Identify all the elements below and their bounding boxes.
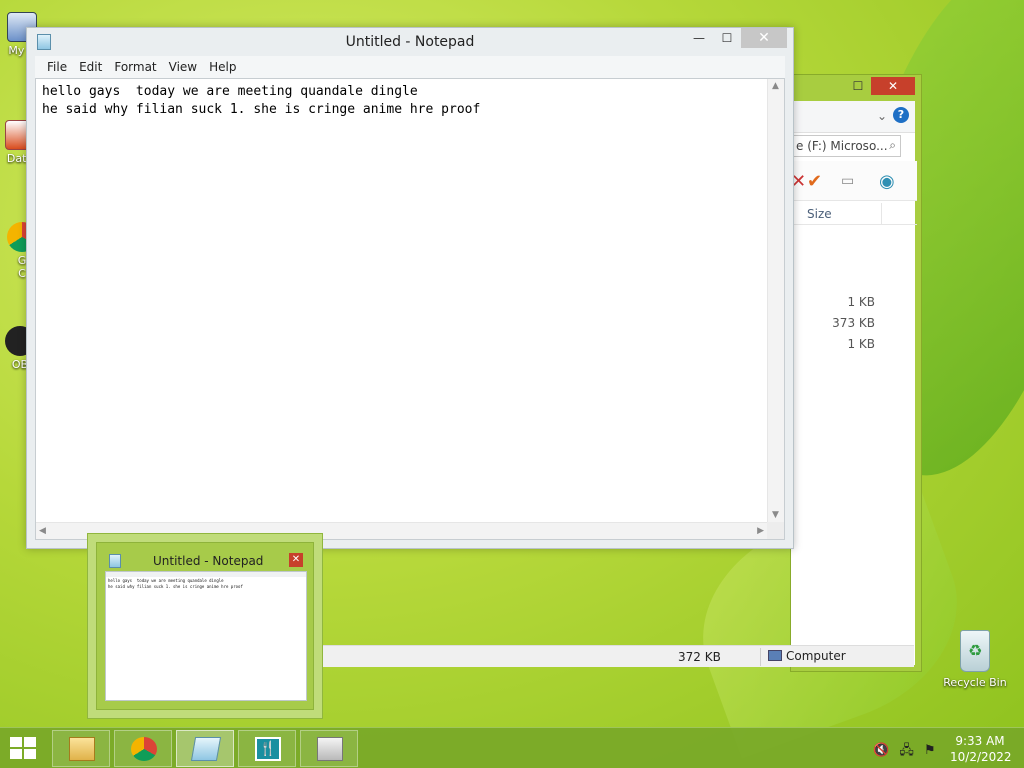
desktop-icon-recycle-bin[interactable]: Recycle Bin bbox=[942, 630, 1008, 689]
taskbar: 🍴 🔇 🖧 ⚑ 9:33 AM 10/2/2022 bbox=[0, 727, 1024, 768]
scroll-right-icon[interactable]: ▶ bbox=[757, 526, 764, 536]
file-explorer-window[interactable]: ☐ ✕ ⌄ ? e (F:) Microso... ⌕ ✕ ✔ ▭ ◉ Size… bbox=[790, 74, 922, 672]
help-icon[interactable]: ? bbox=[893, 107, 909, 123]
system-tray: 🔇 🖧 ⚑ bbox=[873, 741, 942, 763]
windows-logo-icon bbox=[10, 749, 22, 759]
thumbnail-close-button[interactable]: ✕ bbox=[289, 553, 303, 567]
text-line: hello gays today we are meeting quandale… bbox=[42, 84, 418, 99]
notepad-window[interactable]: Untitled - Notepad — ☐ ✕ File Edit Forma… bbox=[26, 27, 794, 549]
taskbar-chrome[interactable] bbox=[114, 730, 172, 767]
vertical-scrollbar[interactable]: ▲ ▼ bbox=[767, 79, 784, 522]
clock[interactable]: 9:33 AM 10/2/2022 bbox=[950, 733, 1012, 765]
notepad-icon bbox=[109, 554, 121, 568]
thumbnail-title: Untitled - Notepad bbox=[153, 554, 264, 568]
scroll-up-icon[interactable]: ▲ bbox=[772, 81, 779, 91]
clock-time: 9:33 AM bbox=[955, 734, 1005, 748]
ribbon-tools: ✕ ✔ ▭ ◉ bbox=[791, 161, 917, 201]
folder-icon bbox=[69, 737, 95, 761]
properties-icon[interactable]: ◉ bbox=[879, 171, 895, 192]
title-bar[interactable]: Untitled - Notepad — ☐ ✕ bbox=[27, 28, 793, 56]
windows-logo-icon bbox=[24, 749, 36, 759]
search-icon[interactable]: ⌕ bbox=[889, 138, 896, 153]
volume-muted-icon[interactable]: 🔇 bbox=[873, 743, 889, 758]
menu-view[interactable]: View bbox=[163, 56, 203, 78]
window-title: Untitled - Notepad bbox=[345, 34, 475, 50]
text-editor[interactable]: hello gays today we are meeting quandale… bbox=[35, 78, 785, 540]
document-text[interactable]: hello gays today we are meeting quandale… bbox=[42, 83, 766, 521]
windows-logo-icon bbox=[10, 737, 22, 747]
status-location: Computer bbox=[768, 649, 846, 663]
rename-icon[interactable]: ▭ bbox=[841, 173, 854, 189]
menu-format[interactable]: Format bbox=[108, 56, 162, 78]
computer-icon bbox=[768, 650, 782, 661]
file-size-cell: 1 KB bbox=[847, 337, 875, 351]
windows-logo-icon bbox=[24, 737, 36, 747]
taskbar-thumbnail-preview[interactable]: Untitled - Notepad ✕ hello gays today we… bbox=[87, 533, 323, 719]
file-size-cell: 373 KB bbox=[832, 316, 875, 330]
notepad-icon bbox=[190, 737, 222, 761]
maximize-button[interactable]: ☐ bbox=[713, 28, 741, 48]
start-button[interactable] bbox=[10, 737, 38, 761]
clock-date: 10/2/2022 bbox=[950, 750, 1012, 764]
chrome-icon bbox=[131, 737, 157, 761]
checkmark-icon[interactable]: ✔ bbox=[807, 171, 822, 192]
fork-knife-icon: 🍴 bbox=[255, 737, 281, 761]
taskbar-notepad[interactable] bbox=[176, 730, 234, 767]
scroll-left-icon[interactable]: ◀ bbox=[39, 526, 46, 536]
text-line: he said why filian suck 1. she is cringe… bbox=[42, 102, 481, 117]
network-icon[interactable]: 🖧 bbox=[899, 743, 914, 758]
file-size-list: 1 KB 373 KB 1 KB bbox=[791, 295, 875, 358]
action-center-flag-icon[interactable]: ⚑ bbox=[924, 743, 936, 758]
menu-help[interactable]: Help bbox=[203, 56, 242, 78]
chevron-down-icon[interactable]: ⌄ bbox=[877, 109, 887, 123]
status-separator bbox=[760, 648, 761, 666]
document-stack-icon bbox=[317, 737, 343, 761]
close-button[interactable]: ✕ bbox=[741, 28, 787, 48]
address-bar[interactable]: e (F:) Microso... ⌕ bbox=[791, 135, 901, 157]
minimize-button[interactable]: — bbox=[685, 28, 713, 48]
menu-file[interactable]: File bbox=[41, 56, 73, 78]
taskbar-file-explorer[interactable] bbox=[52, 730, 110, 767]
close-button[interactable]: ✕ bbox=[871, 77, 915, 95]
menu-edit[interactable]: Edit bbox=[73, 56, 108, 78]
explorer-status-bar: 372 KB Computer bbox=[322, 645, 914, 667]
mini-text: hello gays today we are meeting quandale… bbox=[108, 578, 243, 589]
selected-size: 372 KB bbox=[678, 650, 721, 664]
taskbar-app-files[interactable] bbox=[300, 730, 358, 767]
file-size-cell: 1 KB bbox=[847, 295, 875, 309]
menu-bar: File Edit Format View Help bbox=[35, 56, 785, 78]
thumbnail-image[interactable]: hello gays today we are meeting quandale… bbox=[105, 571, 307, 701]
taskbar-app-fork-knife[interactable]: 🍴 bbox=[238, 730, 296, 767]
size-grip bbox=[767, 522, 784, 539]
maximize-button[interactable]: ☐ bbox=[845, 77, 871, 95]
column-header-size[interactable]: Size bbox=[791, 203, 917, 225]
recycle-bin-icon bbox=[960, 630, 990, 672]
scroll-down-icon[interactable]: ▼ bbox=[772, 510, 779, 520]
